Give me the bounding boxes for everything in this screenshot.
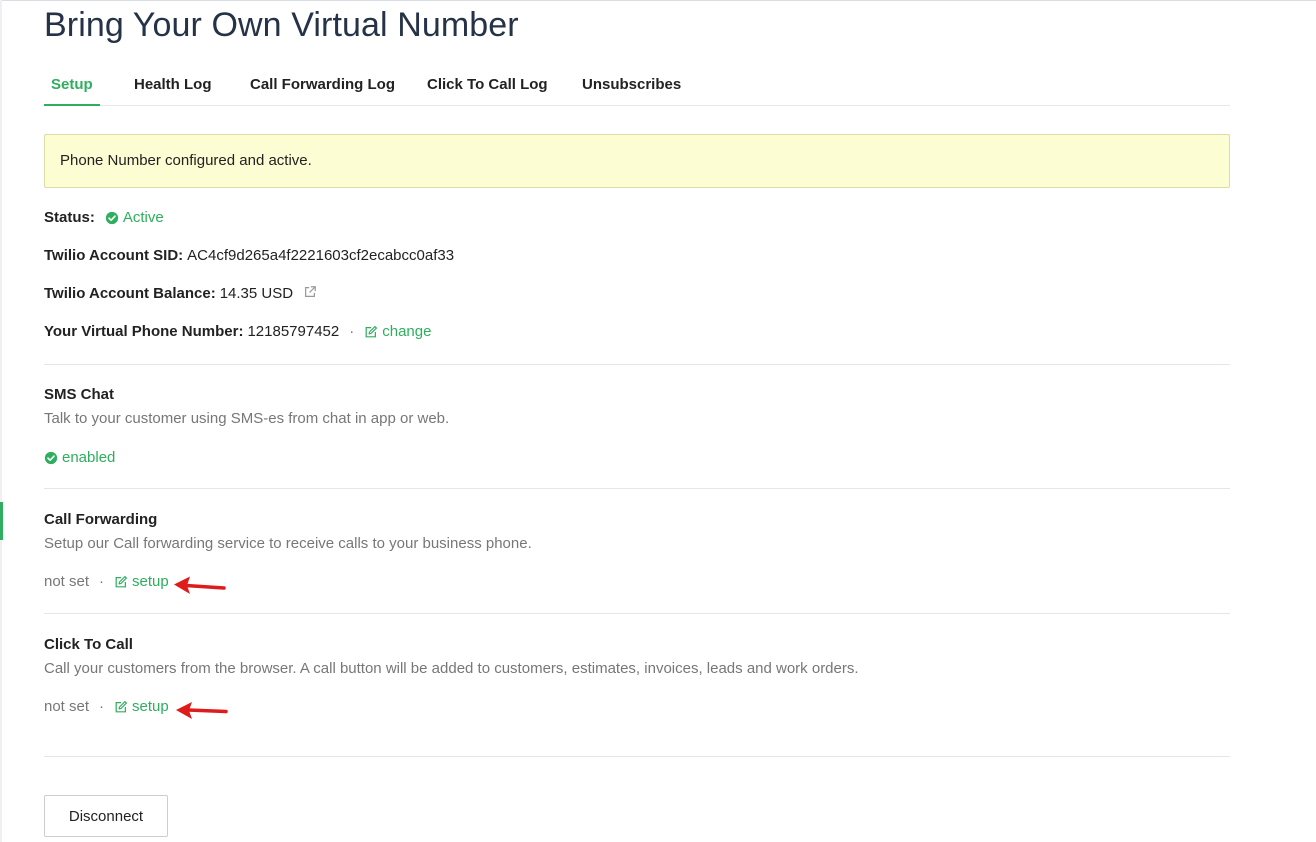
sms-chat-title: SMS Chat — [44, 386, 115, 403]
status-badge: Active — [105, 209, 164, 226]
separator-dot: · — [99, 698, 105, 715]
page-title: Bring Your Own Virtual Number — [44, 6, 519, 44]
annotation-arrow — [174, 576, 226, 594]
call-forwarding-title: Call Forwarding — [44, 511, 158, 528]
separator-dot: · — [349, 323, 355, 340]
divider — [44, 364, 1230, 365]
status-value: Active — [122, 209, 164, 226]
divider — [44, 488, 1230, 489]
sms-chat-status: enabled — [44, 449, 115, 466]
divider — [44, 613, 1230, 614]
click-to-call-title: Click To Call — [44, 636, 133, 653]
click-to-call-state: not set — [44, 698, 90, 715]
edit-icon — [365, 325, 378, 337]
annotation-arrow — [176, 702, 228, 719]
change-number-link[interactable]: change — [364, 323, 431, 340]
tab-bar: Setup Health Log Call Forwarding Log Cli… — [44, 60, 1230, 106]
status-alert: Phone Number configured and active. — [44, 134, 1230, 188]
edit-icon — [115, 700, 128, 712]
separator-dot: · — [99, 573, 105, 590]
account-balance-row: Twilio Account Balance: 14.35 USD — [44, 285, 321, 302]
account-sid-label: Twilio Account SID: — [44, 247, 184, 264]
status-label: Status: — [44, 209, 95, 226]
left-border — [0, 0, 2, 842]
check-circle-icon — [44, 451, 58, 464]
virtual-number-value: 12185797452 — [247, 323, 340, 340]
call-forwarding-status: not set · setup — [44, 573, 169, 590]
edit-icon — [115, 575, 128, 587]
tab-health-log[interactable]: Health Log — [127, 60, 219, 106]
click-to-call-status: not set · setup — [44, 698, 169, 715]
virtual-number-label: Your Virtual Phone Number: — [44, 323, 244, 340]
check-circle-icon — [105, 211, 118, 224]
tab-call-forwarding-log[interactable]: Call Forwarding Log — [243, 60, 402, 106]
disconnect-button[interactable]: Disconnect — [44, 795, 168, 837]
account-sid-value: AC4cf9d265a4f2221603cf2ecabcc0af33 — [187, 247, 455, 264]
left-scroll-indicator — [0, 502, 3, 540]
status-row: Status: Active — [44, 209, 164, 226]
call-forwarding-state: not set — [44, 573, 90, 590]
tab-setup[interactable]: Setup — [44, 60, 100, 106]
call-forwarding-setup-link[interactable]: setup — [114, 573, 169, 590]
click-to-call-description: Call your customers from the browser. A … — [44, 660, 859, 677]
click-to-call-setup-link[interactable]: setup — [114, 698, 169, 715]
tab-unsubscribes[interactable]: Unsubscribes — [575, 60, 688, 106]
virtual-number-row: Your Virtual Phone Number: 12185797452 ·… — [44, 323, 431, 340]
call-forwarding-setup-label: setup — [132, 573, 169, 590]
external-link-icon[interactable] — [303, 285, 317, 299]
click-to-call-setup-label: setup — [132, 698, 169, 715]
tab-click-to-call-log[interactable]: Click To Call Log — [420, 60, 555, 106]
account-sid-row: Twilio Account SID: AC4cf9d265a4f2221603… — [44, 247, 454, 264]
change-link-label: change — [382, 323, 432, 340]
sms-chat-description: Talk to your customer using SMS-es from … — [44, 410, 450, 427]
divider — [44, 756, 1230, 757]
sms-chat-state: enabled — [62, 449, 116, 466]
account-balance-label: Twilio Account Balance: — [44, 285, 216, 302]
account-balance-value: 14.35 USD — [219, 285, 294, 302]
call-forwarding-description: Setup our Call forwarding service to rec… — [44, 535, 532, 552]
top-border — [0, 0, 1316, 1]
